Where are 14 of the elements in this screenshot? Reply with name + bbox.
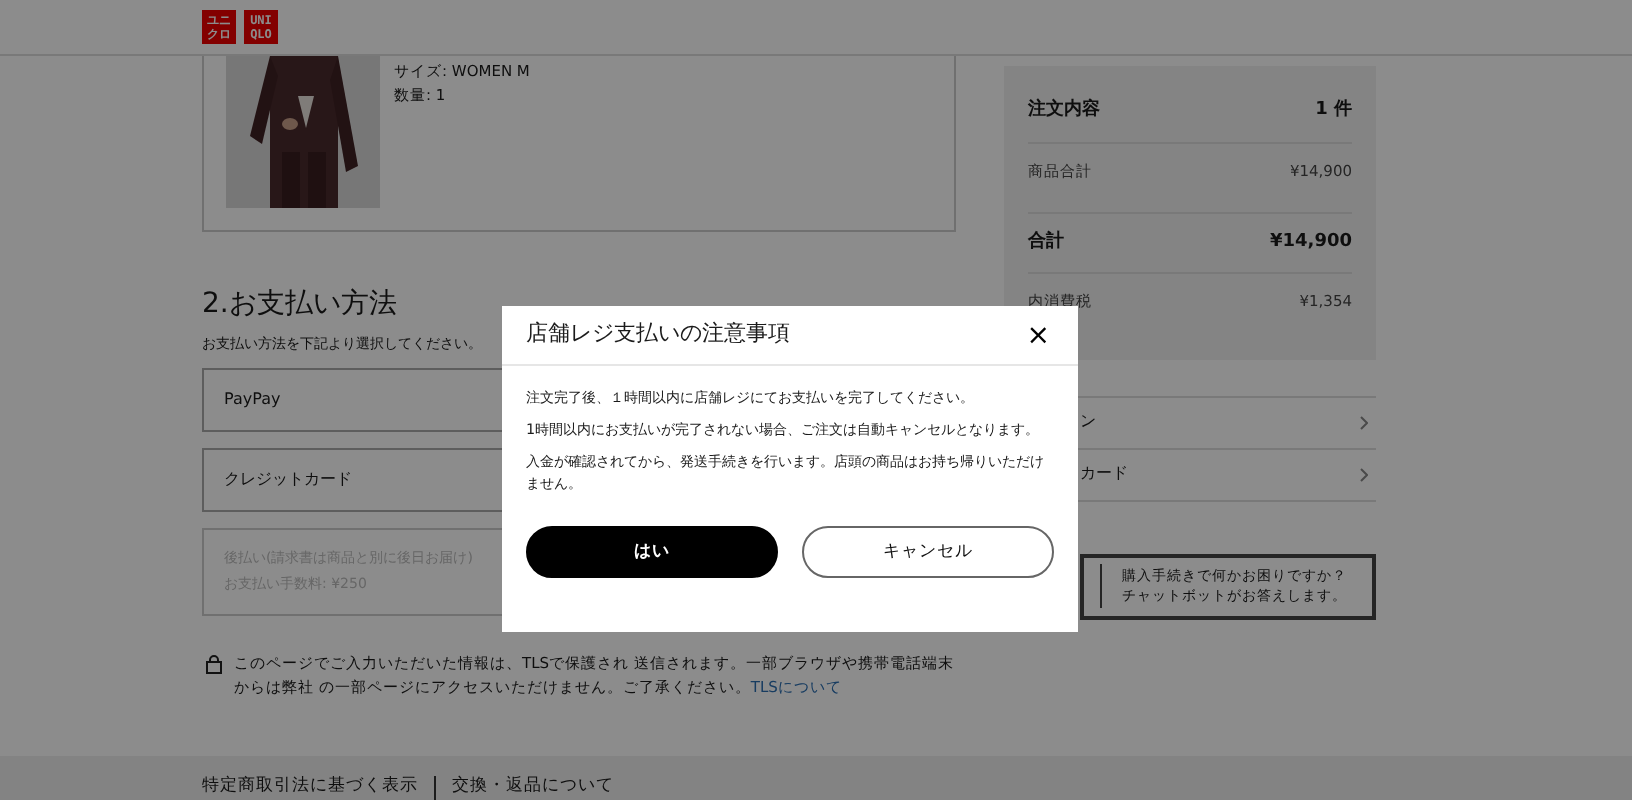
lock-icon bbox=[206, 653, 222, 673]
cancel-button[interactable]: キャンセル bbox=[802, 526, 1054, 578]
close-button[interactable]: × bbox=[1022, 321, 1054, 349]
footer-link[interactable]: 特定商取引法に基づく表示 bbox=[202, 774, 418, 800]
dialog-title: 店舗レジ支払いの注意事項 bbox=[526, 318, 790, 351]
summary-label: 注文内容 bbox=[1028, 98, 1100, 124]
summary-value: 1 件 bbox=[1315, 98, 1352, 124]
summary-value: ¥14,900 bbox=[1270, 229, 1352, 256]
summary-label: 合計 bbox=[1028, 229, 1064, 256]
confirm-button[interactable]: はい bbox=[526, 526, 778, 578]
section-heading: 2.お支払い方法 bbox=[202, 286, 399, 324]
footer-link[interactable]: 交換・返品について bbox=[452, 774, 614, 800]
chevron-icon bbox=[1360, 415, 1368, 429]
chevron-icon bbox=[1360, 467, 1368, 481]
